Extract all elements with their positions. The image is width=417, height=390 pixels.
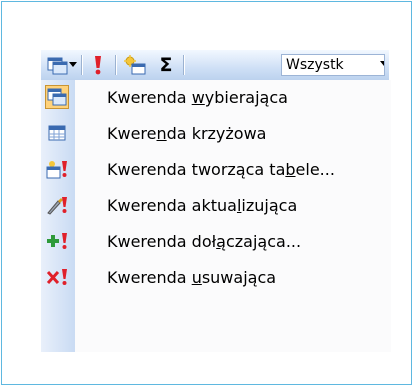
toolbar-separator [81,55,83,75]
show-table-button[interactable] [119,50,151,80]
select-query-icon [45,85,69,109]
menu-item-label: Kwerenda usuwająca [107,268,277,287]
menu-item-append-query[interactable]: Kwerenda dołączająca... [41,224,391,260]
menu-item-make-table-query[interactable]: Kwerenda tworząca tabele... [41,152,391,188]
toolbar-separator [183,55,185,75]
menu-item-update-query[interactable]: Kwerenda aktualizująca [41,188,391,224]
run-button[interactable] [85,50,111,80]
exclamation-icon [95,56,101,75]
append-query-icon [45,229,69,253]
chevron-down-icon [380,61,384,66]
toolbar-separator [115,55,117,75]
top-values-combo[interactable]: Wszystk [281,54,385,76]
menu-item-label: Kwerenda tworząca tabele... [107,160,335,179]
menu-item-label: Kwerenda wybierająca [107,88,288,107]
crosstab-query-icon [45,121,69,145]
menu-item-crosstab-query[interactable]: Kwerenda krzyżowa [41,116,391,152]
query-type-button[interactable] [45,50,79,80]
menu-item-select-query[interactable]: Kwerenda wybierająca [41,80,391,116]
select-query-icon [47,57,68,75]
top-values-value: Wszystk [286,57,344,73]
chevron-down-icon [69,62,77,67]
make-table-query-icon [45,157,69,181]
totals-button[interactable]: Σ [153,50,179,80]
query-toolbar: Σ Wszystk [41,50,389,80]
menu-item-label: Kwerenda aktualizująca [107,196,298,215]
show-table-icon [124,55,146,75]
query-type-menu: Kwerenda wybierająca Kwerenda krzyżowa K… [41,80,391,352]
delete-query-icon [45,265,69,289]
menu-item-label: Kwerenda krzyżowa [107,124,267,143]
update-query-icon [45,193,69,217]
menu-item-delete-query[interactable]: Kwerenda usuwająca [41,260,391,296]
menu-item-label: Kwerenda dołączająca... [107,232,302,251]
